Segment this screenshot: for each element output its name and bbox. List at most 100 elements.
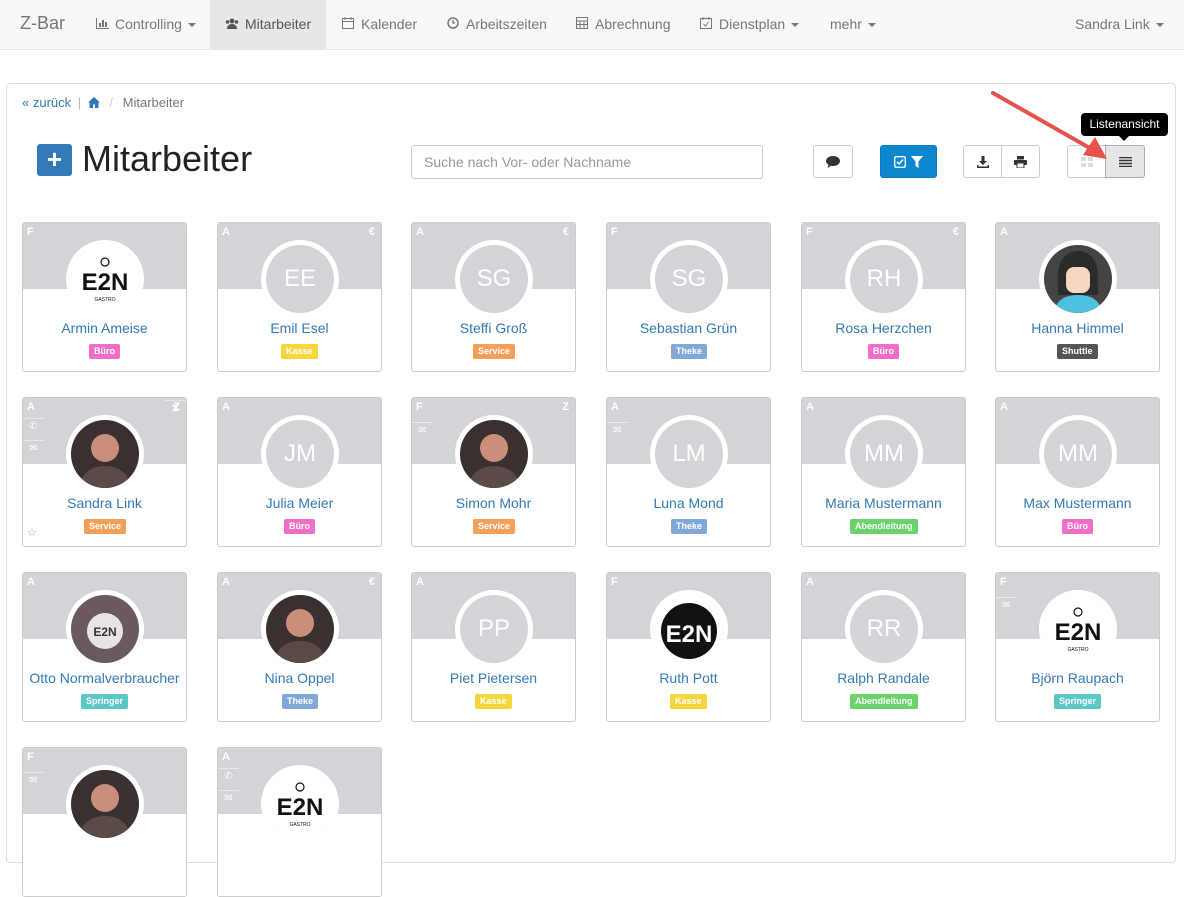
avatar-initials: RR [850,595,918,663]
employee-card[interactable]: F SG Sebastian Grün Theke [606,222,771,372]
department-badge: Springer [1054,694,1102,709]
employment-type-tag: A [27,401,35,413]
add-employee-button[interactable]: + [37,144,72,176]
home-icon[interactable] [87,95,104,110]
department-badge: Springer [81,694,129,709]
back-link-label: zurück [32,95,72,110]
employee-card[interactable]: F E2N GASTRO Björn Raupach Springer ✉ [995,572,1160,722]
nav-mitarbeiter-label: Mitarbeiter [245,16,312,32]
employee-name[interactable]: Emil Esel [218,320,381,336]
avatar-initials: MM [1044,420,1112,488]
employee-card[interactable]: F ✉ [22,747,187,897]
nav-abrechnung-label: Abrechnung [595,16,671,32]
calendar-icon [341,1,355,50]
breadcrumb-separator: / [109,95,114,110]
employee-card[interactable]: A RR Ralph Randale Abendleitung [801,572,966,722]
nav-abrechnung[interactable]: Abrechnung [560,0,686,49]
employee-name[interactable]: Ralph Randale [802,670,965,686]
nav-mehr[interactable]: mehr [815,0,891,49]
avatar: SG [455,240,533,318]
employment-type-tag: A [27,576,35,588]
comment-button[interactable] [813,145,853,178]
brand-logo[interactable]: Z-Bar [20,13,65,34]
employee-name[interactable]: Simon Mohr [412,495,575,511]
avatar-photo: E2N GASTRO [71,245,139,313]
nav-mitarbeiter[interactable]: Mitarbeiter [210,0,326,49]
search-input[interactable] [411,145,763,179]
svg-text:E2N: E2N [277,794,324,821]
employee-card[interactable]: A € EE Emil Esel Kasse [217,222,382,372]
employee-name[interactable]: Maria Mustermann [802,495,965,511]
department-badge: Büro [89,344,120,359]
employment-type-tag: A [1000,401,1008,413]
employee-card[interactable]: A E2N Otto Normalverbraucher Springer [22,572,187,722]
user-menu[interactable]: Sandra Link [1060,0,1179,49]
avatar-photo [1044,245,1112,313]
employee-name[interactable]: Max Mustermann [996,495,1159,511]
employee-name[interactable]: Sandra Link [23,495,186,511]
avatar-photo [460,420,528,488]
avatar: EE [261,240,339,318]
department-badge: Büro [868,344,899,359]
employee-card[interactable]: F E2N Ruth Pott Kasse [606,572,771,722]
employee-name[interactable]: Björn Raupach [996,670,1159,686]
employee-card[interactable]: A MM Max Mustermann Büro [995,397,1160,547]
employment-type-tag: A [611,401,619,413]
employee-name[interactable]: Piet Pietersen [412,670,575,686]
employee-card[interactable]: A Hanna Himmel Shuttle [995,222,1160,372]
avatar [455,415,533,493]
employment-type-tag: A [1000,226,1008,238]
employment-type-tag: F [416,401,423,413]
avatar: E2N GASTRO [261,765,339,843]
nav-arbeitszeiten[interactable]: Arbeitszeiten [431,0,562,49]
employee-card[interactable]: A Z Sandra Link Service ✆ ✉ ⧗ ☆ [22,397,187,547]
divider: | [77,95,82,110]
department-badge: Büro [1062,519,1093,534]
employee-card[interactable]: A € SG Steffi Groß Service [411,222,576,372]
back-link[interactable]: « zurück [22,95,71,110]
avatar [66,415,144,493]
nav-controlling[interactable]: Controlling [80,0,211,49]
employee-card[interactable]: A € Nina Oppel Theke [217,572,382,722]
avatar-photo [71,420,139,488]
nav-mehr-label: mehr [830,16,862,32]
employee-name[interactable]: Steffi Groß [412,320,575,336]
filter-button[interactable] [880,145,937,178]
avatar [66,765,144,843]
employee-card[interactable]: A LM Luna Mond Theke ✉ [606,397,771,547]
employee-name[interactable]: Sebastian Grün [607,320,770,336]
employee-name[interactable]: Rosa Herzchen [802,320,965,336]
nav-kalender[interactable]: Kalender [326,0,432,49]
employee-card[interactable]: A MM Maria Mustermann Abendleitung [801,397,966,547]
employee-card[interactable]: F Z Simon Mohr Service ✉ [411,397,576,547]
avatar-photo: E2N [655,595,723,663]
employee-name[interactable]: Luna Mond [607,495,770,511]
card-flag-tag: € [952,226,959,238]
employee-name[interactable]: Julia Meier [218,495,381,511]
avatar-initials: MM [850,420,918,488]
employee-name[interactable]: Ruth Pott [607,670,770,686]
employee-name[interactable]: Otto Normalverbraucher [23,670,186,686]
employee-card[interactable]: A E2N GASTRO ✆ ✉ [217,747,382,897]
employee-card[interactable]: A PP Piet Pietersen Kasse [411,572,576,722]
mail-icon: ✉ [412,422,433,438]
employee-name[interactable]: Hanna Himmel [996,320,1159,336]
department-badge: Theke [282,694,319,709]
employee-card[interactable]: F E2N GASTRO Armin Ameise Büro [22,222,187,372]
card-flag-tag: € [368,576,375,588]
svg-text:E2N: E2N [82,269,129,296]
employee-card[interactable]: A JM Julia Meier Büro [217,397,382,547]
employment-type-tag: A [222,226,230,238]
users-icon [225,1,239,50]
employee-card[interactable]: F € RH Rosa Herzchen Büro [801,222,966,372]
nav-dienstplan[interactable]: Dienstplan [684,0,814,49]
avatar: E2N [650,590,728,668]
avatar [1039,240,1117,318]
employee-name[interactable]: Nina Oppel [218,670,381,686]
employee-name[interactable]: Armin Ameise [23,320,186,336]
star-icon[interactable]: ☆ [27,526,37,539]
department-badge: Kasse [475,694,512,709]
nav-dienstplan-label: Dienstplan [719,16,786,32]
department-badge: Abendleitung [850,519,918,534]
department-badge: Abendleitung [850,694,918,709]
